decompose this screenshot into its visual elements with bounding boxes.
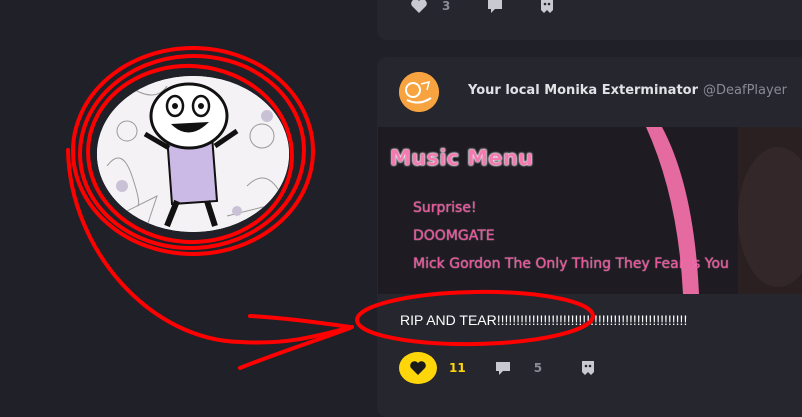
share-ghost-icon [582,361,595,375]
heart-icon[interactable] [410,0,428,14]
comment-button[interactable] [494,360,512,376]
share-button[interactable] [579,359,597,377]
like-count: 11 [449,361,466,375]
cartoon-sticker-image [97,76,289,232]
share-ghost-icon[interactable] [538,0,556,15]
display-name[interactable]: Your local Monika Exterminator [468,83,698,98]
comment-count: 5 [533,361,543,375]
track-item: Mick Gordon The Only Thing They Fear Is … [413,256,729,272]
previous-like-count: 3 [442,0,451,13]
avatar[interactable] [399,72,439,112]
speech-bubble-icon [495,362,510,375]
post-media[interactable]: Music Menu Surprise! DOOMGATE Mick Gordo… [378,127,802,294]
track-item: Surprise! [413,200,477,216]
post-text: RIP AND TEAR!!!!!!!!!!!!!!!!!!!!!!!!!!!!… [400,312,688,328]
author-name[interactable]: Your local Monika Exterminator @DeafPlaye… [468,83,787,98]
previous-post-actions: 3 [410,0,556,15]
post-actions: 11 5 [399,352,597,384]
author-handle[interactable]: @DeafPlayer [703,83,787,98]
speech-bubble-icon[interactable] [486,0,504,14]
like-button[interactable] [399,352,437,384]
heart-icon [410,361,426,375]
track-item: DOOMGATE [413,228,495,244]
music-menu-title: Music Menu [390,146,534,170]
